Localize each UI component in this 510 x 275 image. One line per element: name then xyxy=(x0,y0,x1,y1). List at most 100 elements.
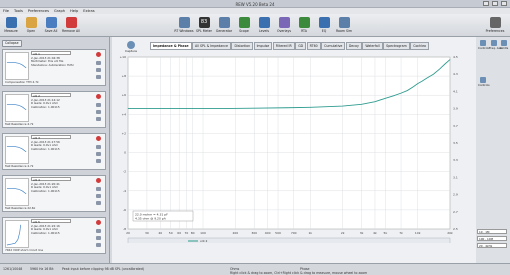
edit-icon[interactable] xyxy=(96,159,101,163)
tab-rt60[interactable]: RT60 xyxy=(306,42,321,50)
microphone-icon xyxy=(5,17,17,28)
room-icon xyxy=(338,17,350,28)
range-field[interactable]: 10 . 1M xyxy=(477,229,507,234)
open-button[interactable]: Open xyxy=(21,15,41,36)
tab-filtered-ir[interactable]: Filtered IR xyxy=(272,42,295,50)
x-tick-label: 7k xyxy=(399,231,403,235)
minimize-button[interactable] xyxy=(483,1,489,6)
title-bar: REW V5.20 Beta 24 xyxy=(0,0,510,8)
rta-button[interactable]: RTA xyxy=(294,15,314,36)
measurement-caption: Compensation TH3 4.7k xyxy=(5,80,39,84)
x-tick-label: 700 xyxy=(291,231,297,235)
measurement-entry[interactable]: vdi 4 2-Jan-2013 21:20:41 R leads: 0.0v1 o… xyxy=(2,175,106,212)
overlays-button[interactable]: Overlays xyxy=(274,15,294,36)
measurement-entry[interactable]: vdi 1 2-Jan-2013 21:04:38 Multimeter: this… xyxy=(2,49,106,86)
room-sim-button[interactable]: Room Sim xyxy=(334,15,354,36)
edit-icon[interactable] xyxy=(96,243,101,247)
levels-button[interactable]: Levels xyxy=(254,15,274,36)
menu-extras[interactable]: Extras xyxy=(83,9,94,13)
generator-button[interactable]: Generator xyxy=(214,15,234,36)
remove-measurement-icon[interactable] xyxy=(96,52,101,57)
measurement-name-field[interactable]: vdi 4 xyxy=(31,177,71,182)
tab-spectrogram[interactable]: Spectrogram xyxy=(383,42,410,50)
info-icon[interactable] xyxy=(96,187,101,191)
y-right-tick-label: 2.7 xyxy=(453,210,458,214)
scope-button[interactable]: Scope xyxy=(234,15,254,36)
y-left-tick-label: +2 xyxy=(122,131,127,135)
info-icon[interactable] xyxy=(96,61,101,65)
data-point xyxy=(342,105,343,107)
measurement-info: 2-Jan-2013 21:17:56 R leads: 0.0v1 ohm Cal… xyxy=(31,140,60,151)
menu-file[interactable]: File xyxy=(3,9,9,13)
tab-gd[interactable]: GD xyxy=(295,42,307,50)
info-icon[interactable] xyxy=(96,229,101,233)
x-tick-label: 5k xyxy=(384,231,388,235)
settings-icon[interactable] xyxy=(96,236,101,240)
measurement-name-field[interactable]: vdi 3 xyxy=(31,135,71,140)
remove-measurement-icon[interactable] xyxy=(96,136,101,141)
limits-button[interactable]: Limits xyxy=(499,40,509,52)
window-title: REW V5.20 Beta 24 xyxy=(235,1,275,7)
menu-help[interactable]: Help xyxy=(70,9,78,13)
x-tick-label: 10k xyxy=(415,231,421,235)
data-point xyxy=(221,108,223,109)
settings-icon[interactable] xyxy=(96,110,101,114)
tab-distortion[interactable]: Distortion xyxy=(231,42,254,50)
measurement-entry[interactable]: vdi 2 2-Jan-2013 21:14:12 R leads: 0.0v1 o… xyxy=(2,91,106,128)
graph-tabs: Impedance & Phase All SPL & Impedance Dist… xyxy=(150,42,429,50)
controls-button[interactable]: Controls xyxy=(478,77,490,89)
range-field[interactable]: 100 . 10M xyxy=(477,236,507,241)
save-icon xyxy=(45,17,57,28)
y-left-tick-label: +4 xyxy=(122,112,127,116)
eq-button[interactable]: EQ xyxy=(314,15,334,36)
remove-all-button[interactable]: Remove All xyxy=(61,15,81,36)
tab-cochlea[interactable]: Cochlea xyxy=(410,42,429,50)
x-tick-label: 60 xyxy=(177,231,181,235)
y-right-tick-label: 3.3 xyxy=(453,158,458,162)
rt-windows-button[interactable]: RT Windows xyxy=(174,15,194,36)
menu-preferences[interactable]: Preferences xyxy=(28,9,49,13)
tab-decay[interactable]: Decay xyxy=(345,42,362,50)
info-icon[interactable] xyxy=(96,103,101,107)
remove-measurement-icon[interactable] xyxy=(96,220,101,225)
save-all-button[interactable]: Save All xyxy=(41,15,61,36)
tab-impedance-phase[interactable]: Impedance & Phase xyxy=(150,42,192,50)
legend-strip xyxy=(127,237,451,243)
measurement-name-field[interactable]: vdi 2 xyxy=(31,93,71,98)
levels-icon xyxy=(258,17,270,28)
impedance-chart[interactable]: 20 30 40 50 60 70 80 100 200 300 400 500 700 1k 2k 3k 4k… xyxy=(112,53,476,243)
edit-icon[interactable] xyxy=(96,201,101,205)
preferences-button[interactable]: Preferences xyxy=(485,15,505,36)
status-peak: Peak input before clipping 98 dB SPL (un… xyxy=(62,267,145,271)
measurement-name-field[interactable]: vdi 1 xyxy=(31,51,71,56)
settings-icon[interactable] xyxy=(96,68,101,72)
info-icon[interactable] xyxy=(96,145,101,149)
measurement-thumbnail xyxy=(5,52,29,80)
menu-graph[interactable]: Graph xyxy=(54,9,65,13)
range-field[interactable]: 20 . 4kHz xyxy=(477,243,507,248)
measurement-entry[interactable]: vdi 5 2-Jan-2013 21:22:16 R leads: 0.0v1 o… xyxy=(2,217,106,254)
close-button[interactable] xyxy=(501,1,507,6)
tab-impulse[interactable]: Impulse xyxy=(253,42,273,50)
remove-measurement-icon[interactable] xyxy=(96,178,101,183)
menu-tools[interactable]: Tools xyxy=(14,9,23,13)
spl-meter-button[interactable]: 83 SPL Meter xyxy=(194,15,214,36)
settings-icon[interactable] xyxy=(96,194,101,198)
settings-icon[interactable] xyxy=(96,152,101,156)
measurement-name-field[interactable]: vdi 5 xyxy=(31,219,71,224)
measurement-entry[interactable]: vdi 3 2-Jan-2013 21:17:56 R leads: 0.0v1 o… xyxy=(2,133,106,170)
edit-icon[interactable] xyxy=(96,117,101,121)
controls-button[interactable]: Controls xyxy=(478,40,490,52)
y-left-tick-label: -8 xyxy=(123,227,126,231)
edit-icon[interactable] xyxy=(96,75,101,79)
remove-measurement-icon[interactable] xyxy=(96,94,101,99)
freq-axis-button[interactable]: Freq. Axis xyxy=(489,40,503,52)
tab-cumulative[interactable]: Cumulative xyxy=(321,42,346,50)
measure-button[interactable]: Measure xyxy=(1,15,21,36)
y-left-tick-label: -6 xyxy=(123,208,126,212)
tab-all-spl-impedance[interactable]: All SPL & Impedance xyxy=(192,42,231,50)
collapse-button[interactable]: Collapse xyxy=(2,39,22,47)
tab-waterfall[interactable]: Waterfall xyxy=(362,42,383,50)
y-left-tick-label: -4 xyxy=(123,189,126,193)
maximize-button[interactable] xyxy=(492,1,498,6)
